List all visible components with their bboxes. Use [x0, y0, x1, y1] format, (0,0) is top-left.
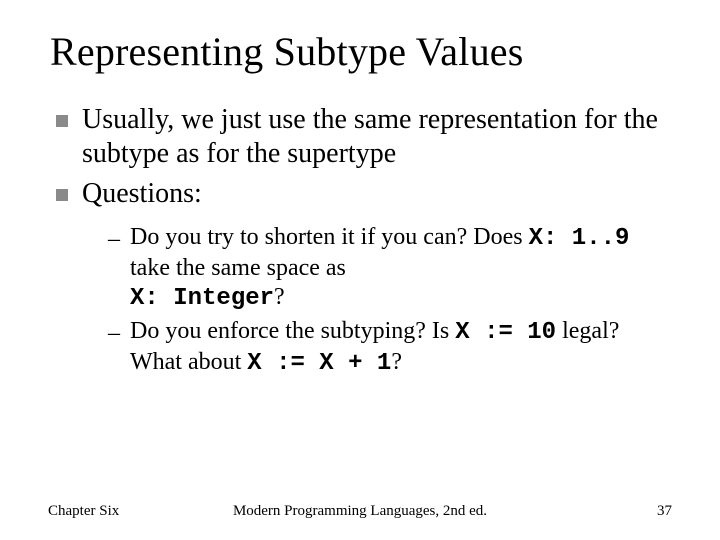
dash-bullet-icon: – [108, 225, 120, 254]
code-fragment: X: 1..9 [529, 225, 630, 252]
code-fragment: X := 10 [455, 319, 556, 346]
code-fragment: X := X + 1 [247, 350, 391, 377]
dash-bullet-icon: – [108, 319, 120, 348]
bullet-list-level2: – Do you try to shorten it if you can? D… [50, 223, 670, 377]
slide-title: Representing Subtype Values [50, 28, 670, 75]
bullet-text: Questions: [82, 177, 202, 211]
slide: Representing Subtype Values Usually, we … [0, 0, 720, 378]
bullet-list-level1: Usually, we just use the same representa… [50, 103, 670, 211]
slide-footer: Chapter Six Modern Programming Languages… [0, 503, 720, 520]
square-bullet-icon [56, 189, 68, 201]
bullet-text: Do you try to shorten it if you can? Doe… [130, 223, 670, 313]
list-item: – Do you enforce the subtyping? Is X := … [108, 317, 670, 378]
footer-center: Modern Programming Languages, 2nd ed. [233, 503, 487, 520]
code-fragment: X: Integer [130, 285, 274, 312]
text-fragment: Do you try to shorten it if you can? Doe… [130, 224, 529, 250]
text-fragment: ? [391, 349, 402, 375]
text-fragment: take the same space as [130, 255, 346, 281]
bullet-text: Usually, we just use the same representa… [82, 103, 670, 171]
text-fragment: ? [274, 284, 285, 310]
list-item: Questions: [56, 177, 670, 211]
list-item: Usually, we just use the same representa… [56, 103, 670, 171]
square-bullet-icon [56, 115, 68, 127]
list-item: – Do you try to shorten it if you can? D… [108, 223, 670, 313]
footer-left: Chapter Six [48, 503, 119, 520]
text-fragment: Do you enforce the subtyping? Is [130, 318, 455, 344]
bullet-text: Do you enforce the subtyping? Is X := 10… [130, 317, 670, 378]
page-number: 37 [657, 503, 672, 520]
